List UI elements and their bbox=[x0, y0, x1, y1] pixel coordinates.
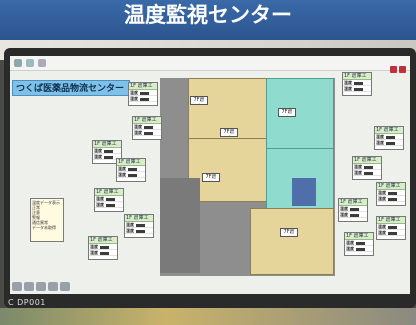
settings-icon[interactable] bbox=[38, 59, 46, 67]
sensor-header: 1F 倉庫エリア bbox=[345, 233, 373, 240]
sensor-panel[interactable]: 1F 倉庫エリア 温度 湿度 bbox=[94, 188, 124, 212]
sensor-header: 1F 倉庫エリア bbox=[129, 83, 157, 90]
sensor-header: 1F 倉庫エリア bbox=[93, 141, 121, 148]
sensor-header: 1F 倉庫エリア bbox=[377, 183, 405, 190]
desk-area bbox=[0, 308, 416, 325]
alarm-indicators[interactable] bbox=[388, 58, 406, 77]
dock-app-icon[interactable] bbox=[60, 282, 70, 291]
zone-tag[interactable]: 7F倉庫 bbox=[190, 96, 208, 105]
sensor-panel[interactable]: 1F 倉庫エリア 温度 湿度 bbox=[374, 126, 404, 150]
sensor-row: 湿度 bbox=[133, 130, 161, 136]
sensor-header: 1F 倉庫エリア bbox=[353, 157, 381, 164]
sensor-panel[interactable]: 1F 倉庫エリア 温度 湿度 bbox=[338, 198, 368, 222]
zone-tag[interactable]: 7F倉庫 bbox=[280, 228, 298, 237]
alarm-icon[interactable] bbox=[390, 66, 397, 73]
zone-area[interactable] bbox=[188, 138, 268, 202]
sensor-row: 湿度 bbox=[377, 196, 405, 202]
app-toolbar bbox=[10, 56, 410, 73]
sensor-panel[interactable]: 1F 倉庫エリア 温度 湿度 bbox=[124, 214, 154, 238]
sensor-row: 湿度 bbox=[353, 170, 381, 176]
sensor-row: 湿度 bbox=[117, 172, 145, 178]
monitor-brand: C DP001 bbox=[8, 298, 46, 307]
floor-plan: 7F倉庫 7F倉庫 7F倉庫 7F倉庫 7F倉庫 bbox=[160, 78, 335, 276]
sensor-panel[interactable]: 1F 倉庫エリア 温度 湿度 bbox=[344, 232, 374, 256]
dock-app-icon[interactable] bbox=[12, 282, 22, 291]
zone-tag[interactable]: 7F倉庫 bbox=[202, 173, 220, 182]
sensor-row: 湿度 bbox=[377, 230, 405, 236]
sensor-panel[interactable]: 1F 倉庫エリア 温度 湿度 bbox=[128, 82, 158, 106]
sensor-row: 湿度 bbox=[95, 202, 123, 208]
zone-area[interactable] bbox=[292, 178, 316, 206]
sensor-row: 湿度 bbox=[375, 140, 403, 146]
sensor-header: 1F 倉庫エリア bbox=[375, 127, 403, 134]
sensor-header: 1F 倉庫エリア bbox=[377, 217, 405, 224]
sensor-row: 湿度 bbox=[125, 228, 153, 234]
sensor-panel[interactable]: 1F 倉庫エリア 温度 湿度 bbox=[116, 158, 146, 182]
legend-box: 温度データ表示の凡例 正常 注意 警報 通信異常 データ未取得 bbox=[30, 198, 64, 242]
sensor-row: 湿度 bbox=[345, 246, 373, 252]
zone-area bbox=[160, 178, 200, 273]
sensor-row: 湿度 bbox=[89, 250, 117, 256]
sensor-header: 1F 倉庫エリア bbox=[125, 215, 153, 222]
sensor-panel[interactable]: 1F 倉庫エリア 温度 湿度 bbox=[352, 156, 382, 180]
alarm-icon[interactable] bbox=[399, 66, 406, 73]
refresh-icon[interactable] bbox=[26, 59, 34, 67]
sensor-header: 1F 倉庫エリア bbox=[343, 73, 371, 80]
sensor-panel[interactable]: 1F 倉庫エリア 温度 湿度 bbox=[88, 236, 118, 260]
zone-tag[interactable]: 7F倉庫 bbox=[278, 108, 296, 117]
zone-area[interactable] bbox=[250, 208, 334, 275]
dock-app-icon[interactable] bbox=[48, 282, 58, 291]
sensor-panel[interactable]: 1F 倉庫エリア 温度 湿度 bbox=[342, 72, 372, 96]
sensor-header: 1F 倉庫エリア bbox=[95, 189, 123, 196]
zone-area[interactable] bbox=[266, 78, 334, 150]
sensor-row: 湿度 bbox=[339, 212, 367, 218]
monitor-screen: つくば医薬品物流センター 7F倉庫 7F倉庫 7F倉庫 7F倉庫 7F倉庫 1F… bbox=[10, 56, 410, 294]
facility-title: つくば医薬品物流センター bbox=[12, 80, 130, 96]
sensor-row: 湿度 bbox=[129, 96, 157, 102]
dock-app-icon[interactable] bbox=[36, 282, 46, 291]
sensor-header: 1F 倉庫エリア bbox=[117, 159, 145, 166]
banner-title: 温度監視センター bbox=[124, 3, 292, 27]
sensor-panel[interactable]: 1F 倉庫エリア 温度 湿度 bbox=[376, 216, 406, 240]
home-icon[interactable] bbox=[14, 59, 22, 67]
sensor-panel[interactable]: 1F 倉庫エリア 温度 湿度 bbox=[132, 116, 162, 140]
overlay-banner: 温度監視センター bbox=[0, 0, 416, 40]
sensor-header: 1F 倉庫エリア bbox=[133, 117, 161, 124]
sensor-panel[interactable]: 1F 倉庫エリア 温度 湿度 bbox=[376, 182, 406, 206]
sensor-row: 湿度 bbox=[343, 86, 371, 92]
zone-tag[interactable]: 7F倉庫 bbox=[220, 128, 238, 137]
legend-item: データ未取得 bbox=[32, 225, 56, 230]
sensor-header: 1F 倉庫エリア bbox=[89, 237, 117, 244]
bottom-dock bbox=[12, 276, 80, 291]
sensor-header: 1F 倉庫エリア bbox=[339, 199, 367, 206]
dock-app-icon[interactable] bbox=[24, 282, 34, 291]
